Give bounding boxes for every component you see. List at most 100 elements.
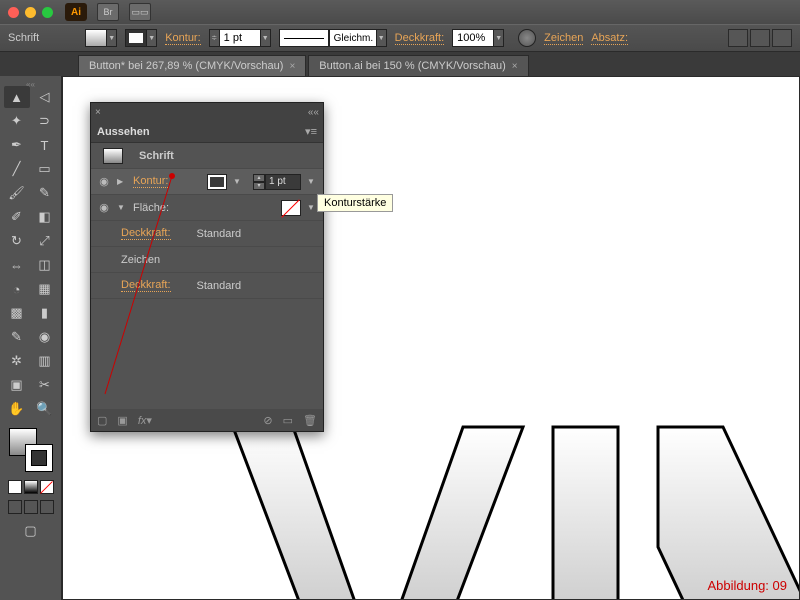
recolor-icon[interactable] bbox=[518, 29, 536, 47]
appearance-fill-row[interactable]: ◉ ▼ Fläche: ▼ bbox=[91, 195, 323, 221]
bridge-button[interactable]: Br bbox=[97, 3, 119, 21]
figure-caption: Abbildung: 09 bbox=[707, 578, 787, 593]
fill-color-swatch[interactable] bbox=[281, 200, 301, 216]
document-tab-label: Button* bei 267,89 % (CMYK/Vorschau) bbox=[89, 60, 283, 72]
stroke-color-swatch[interactable] bbox=[207, 174, 227, 190]
rectangle-tool-icon[interactable]: ▭ bbox=[32, 158, 58, 180]
paragraph-align-group bbox=[728, 29, 792, 47]
appearance-panel: ×«« Aussehen ▾≡ Schrift ◉ ▶ Kontur: ▼ ▴▾… bbox=[90, 102, 324, 432]
mesh-tool-icon[interactable]: ▩ bbox=[4, 302, 30, 324]
document-tab[interactable]: Button* bei 267,89 % (CMYK/Vorschau) × bbox=[78, 55, 306, 76]
artboard-tool-icon[interactable]: ▣ bbox=[4, 374, 30, 396]
tooltip: Konturstärke bbox=[317, 194, 393, 212]
duplicate-item-icon[interactable]: ▭ bbox=[283, 414, 293, 427]
delete-item-icon[interactable]: 🗑 bbox=[303, 414, 317, 427]
stroke-weight-input[interactable]: ▴▾ bbox=[253, 174, 301, 190]
close-tab-icon[interactable]: × bbox=[512, 61, 518, 72]
tool-palette: «« ▲◁ ✦⊃ ✒T ╱▭ 🖌✎ ✐◧ ↻⤢ ⇔◫ ◔▦ ▩▮ ✎◉ ✲▥ ▣… bbox=[0, 76, 62, 600]
slice-tool-icon[interactable]: ✂ bbox=[32, 374, 58, 396]
stroke-box-icon[interactable] bbox=[25, 444, 53, 472]
opacity-label[interactable]: Deckkraft: bbox=[395, 32, 445, 45]
character-panel-link[interactable]: Zeichen bbox=[544, 32, 583, 45]
new-stroke-icon[interactable]: ▢ bbox=[97, 414, 107, 427]
line-tool-icon[interactable]: ╱ bbox=[4, 158, 30, 180]
blob-brush-tool-icon[interactable]: ✐ bbox=[4, 206, 30, 228]
dropdown-icon[interactable]: ▼ bbox=[233, 177, 243, 186]
minimize-window-icon[interactable] bbox=[25, 7, 36, 18]
zoom-tool-icon[interactable]: 🔍 bbox=[32, 398, 58, 420]
blend-tool-icon[interactable]: ◉ bbox=[32, 326, 58, 348]
dropdown-icon[interactable]: ▼ bbox=[307, 203, 317, 212]
free-transform-tool-icon[interactable]: ◫ bbox=[32, 254, 58, 276]
collapse-icon[interactable]: ▼ bbox=[117, 203, 127, 212]
direct-select-tool-icon[interactable]: ◁ bbox=[32, 86, 58, 108]
zoom-window-icon[interactable] bbox=[42, 7, 53, 18]
appearance-type-row[interactable]: Schrift bbox=[91, 143, 323, 169]
add-effect-icon[interactable]: fx▾ bbox=[138, 414, 152, 427]
symbol-spray-tool-icon[interactable]: ✲ bbox=[4, 350, 30, 372]
draw-inside-icon[interactable] bbox=[40, 500, 54, 514]
opacity-input[interactable]: 100% ▼ bbox=[452, 29, 504, 47]
dropdown-icon[interactable]: ▼ bbox=[307, 177, 317, 186]
fill-swatch[interactable]: ▼ bbox=[85, 29, 117, 47]
close-window-icon[interactable] bbox=[8, 7, 19, 18]
new-fill-icon[interactable]: ▣ bbox=[117, 414, 127, 427]
lasso-tool-icon[interactable]: ⊃ bbox=[32, 110, 58, 132]
screen-mode-icon[interactable]: ▢ bbox=[18, 520, 44, 542]
brush-tool-icon[interactable]: 🖌 bbox=[4, 182, 30, 204]
draw-normal-icon[interactable] bbox=[8, 500, 22, 514]
stroke-label[interactable]: Kontur: bbox=[165, 32, 200, 45]
fill-stroke-indicator[interactable] bbox=[9, 428, 53, 472]
color-mode-icon[interactable] bbox=[8, 480, 22, 494]
expand-icon[interactable]: ▶ bbox=[117, 177, 127, 186]
paragraph-panel-link[interactable]: Absatz: bbox=[591, 32, 628, 45]
pen-tool-icon[interactable]: ✒ bbox=[4, 134, 30, 156]
stroke-width-input[interactable]: ≑ 1 pt ▼ bbox=[209, 29, 271, 47]
document-tab-bar: Button* bei 267,89 % (CMYK/Vorschau) × B… bbox=[0, 52, 800, 76]
document-tab[interactable]: Button.ai bei 150 % (CMYK/Vorschau) × bbox=[308, 55, 528, 76]
none-mode-icon[interactable] bbox=[40, 480, 54, 494]
document-tab-label: Button.ai bei 150 % (CMYK/Vorschau) bbox=[319, 60, 505, 72]
hand-tool-icon[interactable]: ✋ bbox=[4, 398, 30, 420]
perspective-tool-icon[interactable]: ▦ bbox=[32, 278, 58, 300]
align-center-button[interactable] bbox=[750, 29, 770, 47]
appearance-characters-row[interactable]: Zeichen bbox=[91, 247, 323, 273]
arrange-docs-button[interactable]: ▭▭ bbox=[129, 3, 151, 21]
align-right-button[interactable] bbox=[772, 29, 792, 47]
eyedropper-tool-icon[interactable]: ✎ bbox=[4, 326, 30, 348]
type-thumbnail-icon bbox=[103, 148, 123, 164]
gradient-mode-icon[interactable] bbox=[24, 480, 38, 494]
panel-menu-icon[interactable]: ▾≡ bbox=[305, 125, 317, 138]
opacity-link[interactable]: Deckkraft: bbox=[121, 227, 171, 240]
rotate-tool-icon[interactable]: ↻ bbox=[4, 230, 30, 252]
scale-tool-icon[interactable]: ⤢ bbox=[32, 230, 58, 252]
appearance-stroke-row[interactable]: ◉ ▶ Kontur: ▼ ▴▾ ▼ bbox=[91, 169, 323, 195]
window-titlebar: Ai Br ▭▭ bbox=[0, 0, 800, 24]
shape-builder-tool-icon[interactable]: ◔ bbox=[4, 278, 30, 300]
appearance-opacity-row[interactable]: Deckkraft: Standard bbox=[91, 221, 323, 247]
selection-tool-icon[interactable]: ▲ bbox=[4, 86, 30, 108]
clear-appearance-icon[interactable]: ⊘ bbox=[263, 414, 272, 427]
visibility-icon[interactable]: ◉ bbox=[97, 175, 111, 188]
appearance-opacity-row[interactable]: Deckkraft: Standard bbox=[91, 273, 323, 299]
stroke-profile[interactable]: Gleichm. ▼ bbox=[279, 29, 387, 47]
app-logo-icon: Ai bbox=[65, 3, 87, 21]
window-controls bbox=[8, 7, 53, 18]
pencil-tool-icon[interactable]: ✎ bbox=[32, 182, 58, 204]
close-panel-icon[interactable]: × bbox=[95, 107, 101, 118]
panel-title: Aussehen bbox=[97, 126, 150, 138]
gradient-tool-icon[interactable]: ▮ bbox=[32, 302, 58, 324]
stroke-link[interactable]: Kontur: bbox=[133, 175, 168, 188]
opacity-link[interactable]: Deckkraft: bbox=[121, 279, 171, 292]
eraser-tool-icon[interactable]: ◧ bbox=[32, 206, 58, 228]
type-tool-icon[interactable]: T bbox=[32, 134, 58, 156]
align-left-button[interactable] bbox=[728, 29, 748, 47]
magic-wand-tool-icon[interactable]: ✦ bbox=[4, 110, 30, 132]
draw-behind-icon[interactable] bbox=[24, 500, 38, 514]
width-tool-icon[interactable]: ⇔ bbox=[4, 254, 30, 276]
graph-tool-icon[interactable]: ▥ bbox=[32, 350, 58, 372]
stroke-swatch[interactable]: ▼ bbox=[125, 29, 157, 47]
panel-grip[interactable]: ×«« bbox=[91, 103, 323, 121]
visibility-icon[interactable]: ◉ bbox=[97, 201, 111, 214]
close-tab-icon[interactable]: × bbox=[289, 61, 295, 72]
